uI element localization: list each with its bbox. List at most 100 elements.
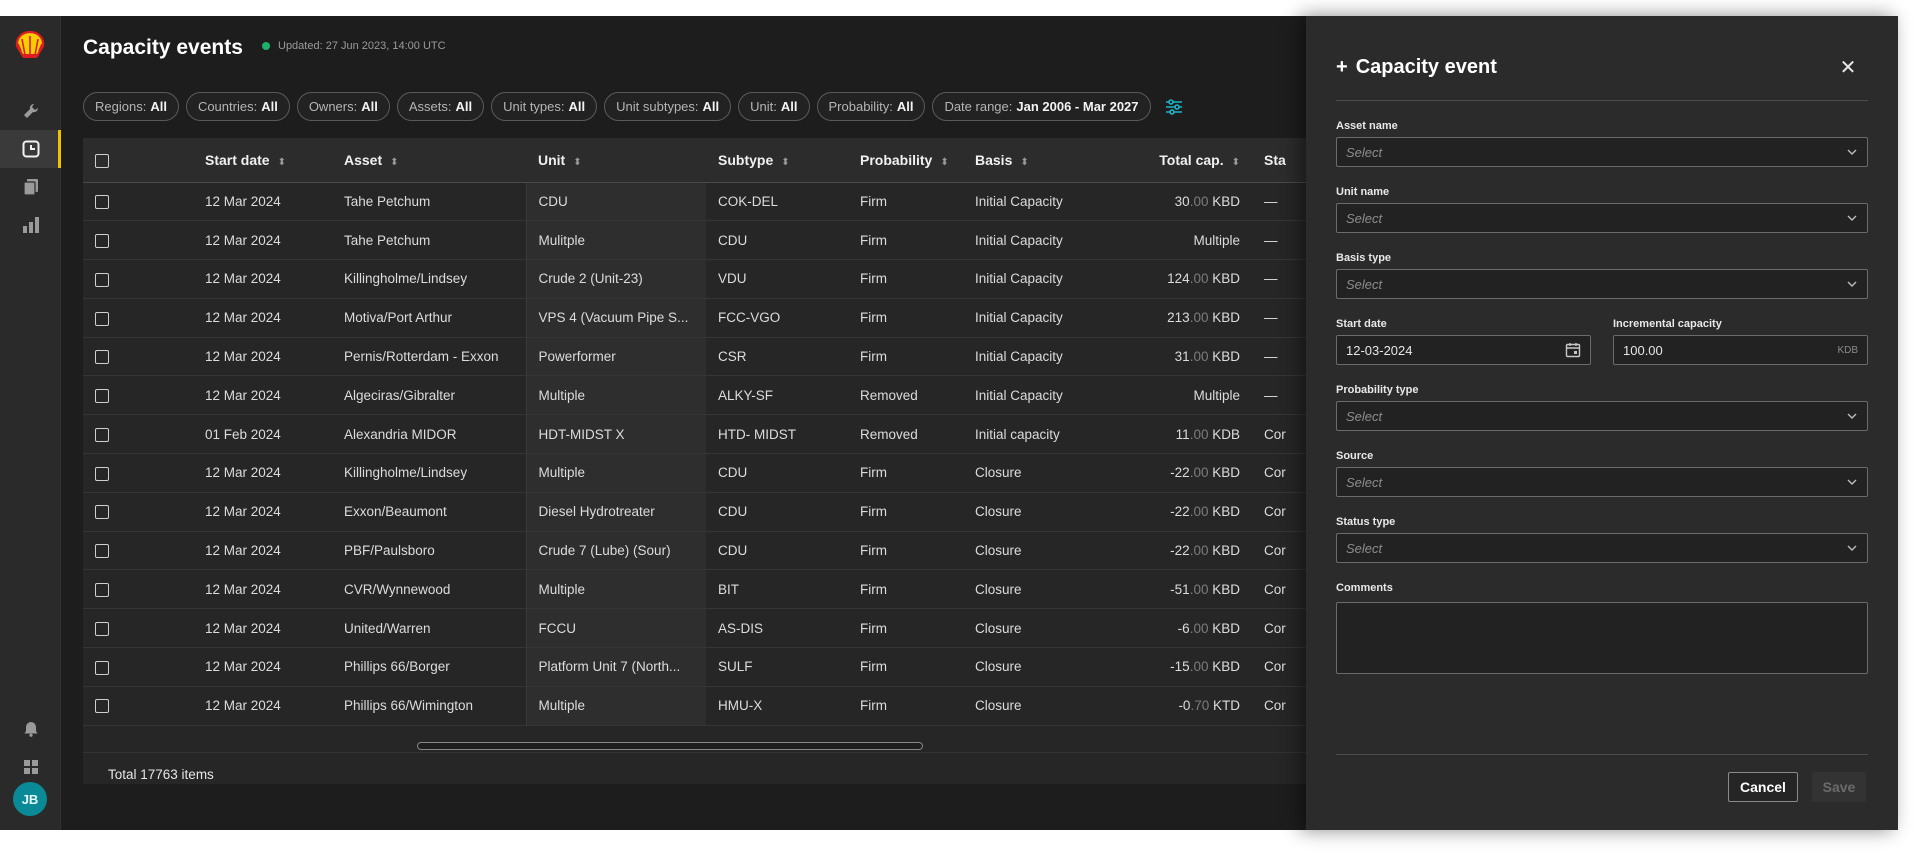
row-checkbox[interactable] — [95, 233, 109, 248]
cap-unit: KTD — [1213, 698, 1240, 714]
filter-chip-unit-types[interactable]: Unit types: All — [491, 92, 598, 121]
row-checkbox[interactable] — [95, 544, 109, 559]
table-row[interactable]: 12 Mar 2024 Phillips 66/Borger Platform Un… — [83, 647, 1313, 687]
row-checkbox[interactable] — [95, 466, 109, 481]
table-row[interactable]: 12 Mar 2024 Pernis/Rotterdam - Exxon Power… — [83, 337, 1313, 377]
unit-name-select[interactable]: Select — [1336, 203, 1868, 233]
row-checkbox[interactable] — [95, 505, 109, 520]
asset-name-select[interactable]: Select — [1336, 137, 1868, 167]
col-unit[interactable]: Unit ⬍ — [526, 138, 706, 183]
cap-decimal: .00 — [1189, 659, 1209, 675]
row-checkbox[interactable] — [95, 195, 109, 210]
source-select[interactable]: Select — [1336, 467, 1868, 497]
col-subtype[interactable]: Subtype ⬍ — [706, 138, 848, 183]
filter-chip-probability[interactable]: Probability: All — [816, 92, 926, 121]
row-checkbox[interactable] — [95, 621, 109, 636]
table-row[interactable]: 12 Mar 2024 United/Warren FCCU AS-DIS Firm Cl… — [83, 608, 1313, 649]
row-checkbox[interactable] — [95, 583, 109, 598]
cell-total-cap: Multiple — [1138, 220, 1252, 261]
col-label: Probability — [860, 151, 933, 168]
col-asset[interactable]: Asset ⬍ — [332, 138, 526, 183]
col-basis[interactable]: Basis ⬍ — [963, 138, 1138, 183]
filter-chip-unit[interactable]: Unit: All — [738, 92, 810, 121]
wrench-icon[interactable] — [0, 92, 61, 130]
table-row[interactable]: 12 Mar 2024 PBF/Paulsboro Crude 7 (Lube) (… — [83, 531, 1313, 571]
table-row[interactable]: 12 Mar 2024 Algeciras/Gibralter Multiple AL… — [83, 375, 1313, 416]
drawer-title: + Capacity event — [1336, 56, 1497, 79]
row-checkbox[interactable] — [95, 311, 109, 326]
table-row[interactable]: 12 Mar 2024 Killingholme/Lindsey Crude 2 (… — [83, 259, 1313, 299]
user-avatar[interactable]: JB — [13, 782, 47, 816]
filter-chip-owners[interactable]: Owners: All — [296, 92, 390, 121]
capacity-events-icon[interactable] — [0, 130, 61, 168]
filter-label: Unit: — [750, 99, 777, 114]
row-checkbox[interactable] — [95, 272, 109, 287]
basis-type-select[interactable]: Select — [1336, 269, 1868, 299]
table-row[interactable]: 12 Mar 2024 Motiva/Port Arthur VPS 4 (Vacu… — [83, 298, 1313, 338]
filter-value: All — [361, 99, 378, 114]
filter-chip-countries[interactable]: Countries: All — [185, 92, 290, 121]
calendar-icon[interactable] — [1565, 342, 1581, 361]
start-date-input[interactable]: 12-03-2024 — [1336, 335, 1591, 365]
select-all-checkbox[interactable] — [95, 153, 109, 168]
events-table: Start date ⬍ Asset ⬍ Unit ⬍ Subtype ⬍ Probab… — [83, 138, 1313, 726]
col-start-date[interactable]: Start date ⬍ — [193, 138, 332, 183]
table-row[interactable]: 12 Mar 2024 CVR/Wynnewood Multiple BIT Firm C… — [83, 569, 1313, 610]
chevron-down-icon — [1846, 212, 1858, 227]
table-row[interactable]: 12 Mar 2024 Killingholme/Lindsey Multiple C… — [83, 453, 1313, 493]
filter-value: All — [150, 99, 167, 114]
filter-chip-date-range[interactable]: Date range: Jan 2006 - Mar 2027 — [932, 92, 1151, 121]
horizontal-scrollbar[interactable] — [417, 742, 923, 750]
row-select-cell — [83, 608, 133, 649]
row-checkbox[interactable] — [95, 389, 109, 404]
cell-start-date: 12 Mar 2024 — [193, 608, 332, 649]
cell-subtype: FCC-VGO — [706, 298, 848, 338]
close-icon[interactable]: ✕ — [1838, 58, 1858, 78]
cell-subtype: CDU — [706, 492, 848, 532]
cell-status: Cor — [1252, 647, 1313, 687]
cell-probability: Firm — [848, 686, 963, 726]
apps-grid-icon[interactable] — [0, 748, 61, 786]
probability-type-select[interactable]: Select — [1336, 401, 1868, 431]
app-window: JB Capacity events Updated: 27 Jun 2023,… — [0, 16, 1898, 830]
cell-subtype: CDU — [706, 220, 848, 261]
comments-textarea[interactable] — [1336, 602, 1868, 674]
row-select-cell — [83, 298, 133, 338]
dashboard-icon[interactable] — [0, 206, 61, 244]
cell-asset: Exxon/Beaumont — [332, 492, 527, 532]
cell-start-date: 12 Mar 2024 — [193, 259, 332, 299]
table-row[interactable]: 01 Feb 2024 Alexandria MIDOR HDT-MIDST X HT… — [83, 414, 1313, 455]
row-checkbox[interactable] — [95, 350, 109, 365]
table-row[interactable]: 12 Mar 2024 Tahe Petchum CDU COK-DEL Firm Ini… — [83, 182, 1313, 222]
filter-chip-assets[interactable]: Assets: All — [396, 92, 485, 121]
cancel-button[interactable]: Cancel — [1728, 772, 1798, 802]
col-label: Subtype — [718, 151, 774, 168]
incremental-capacity-label: Incremental capacity — [1613, 318, 1722, 330]
select-placeholder: Select — [1346, 474, 1383, 490]
col-total-cap[interactable]: Total cap. ⬍ — [1138, 138, 1252, 183]
row-checkbox[interactable] — [95, 427, 109, 442]
status-type-select[interactable]: Select — [1336, 533, 1868, 563]
incremental-capacity-input[interactable]: 100.00 KDB — [1613, 335, 1868, 365]
filter-chip-unit-subtypes[interactable]: Unit subtypes: All — [604, 92, 732, 121]
table-row[interactable]: 12 Mar 2024 Phillips 66/Wimington Multiple… — [83, 686, 1313, 726]
cell-subtype: ALKY-SF — [706, 375, 848, 416]
cap-integer: Multiple — [1193, 232, 1240, 248]
table-header-row: Start date ⬍ Asset ⬍ Unit ⬍ Subtype ⬍ Probab… — [83, 138, 1313, 183]
col-probability[interactable]: Probability ⬍ — [848, 138, 963, 183]
cell-probability: Removed — [848, 375, 963, 416]
table-row[interactable]: 12 Mar 2024 Exxon/Beaumont Diesel Hydrotre… — [83, 492, 1313, 532]
row-checkbox[interactable] — [95, 699, 109, 714]
filter-chip-regions[interactable]: Regions: All — [83, 92, 179, 121]
shell-logo[interactable] — [14, 30, 46, 60]
save-button[interactable]: Save — [1812, 772, 1866, 802]
col-status[interactable]: Sta — [1252, 138, 1313, 183]
bell-icon[interactable] — [0, 710, 61, 748]
filter-settings-icon[interactable] — [1164, 97, 1184, 117]
cap-integer: -0 — [1178, 698, 1191, 714]
cap-integer: 31 — [1174, 349, 1190, 365]
documents-icon[interactable] — [0, 168, 61, 206]
cell-basis: Initial Capacity — [963, 298, 1138, 338]
table-row[interactable]: 12 Mar 2024 Tahe Petchum Mulitple CDU Firm In… — [83, 220, 1313, 261]
row-checkbox[interactable] — [95, 660, 109, 675]
